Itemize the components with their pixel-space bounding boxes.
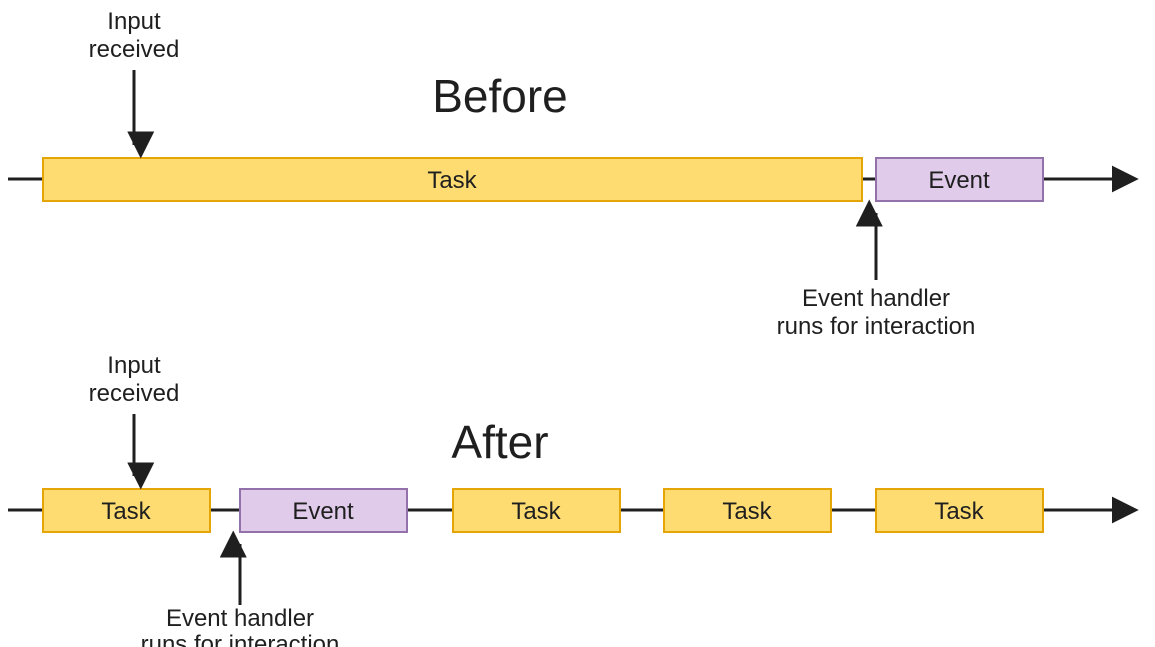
after-task-box-2: Task: [453, 489, 620, 532]
after-task-label-4: Task: [934, 498, 984, 525]
before-group: Before Task Event Input received Event h…: [8, 8, 1132, 340]
before-heading: Before: [432, 70, 568, 122]
after-handler-line2: runs for interaction: [141, 631, 340, 647]
after-event-label: Event: [292, 498, 354, 525]
after-group: After Task Event Task Task Task Input re…: [8, 352, 1132, 647]
after-task-box-3: Task: [664, 489, 831, 532]
after-heading: After: [451, 416, 548, 468]
after-task-label-1: Task: [101, 498, 151, 525]
before-handler-marker: Event handler runs for interaction: [777, 213, 976, 340]
after-handler-line1: Event handler: [166, 605, 314, 632]
after-handler-marker: Event handler runs for interaction: [141, 544, 340, 647]
diagram-root: Before Task Event Input received Event h…: [0, 0, 1155, 647]
input-received-line1: Input: [107, 8, 161, 35]
after-task-box-1: Task: [43, 489, 210, 532]
after-input-marker: Input received: [89, 352, 180, 476]
before-task-label: Task: [427, 167, 477, 194]
after-input-received-line1: Input: [107, 352, 161, 379]
after-task-label-3: Task: [722, 498, 772, 525]
after-event-box: Event: [240, 489, 407, 532]
before-input-marker: Input received: [89, 8, 180, 145]
handler-line2: runs for interaction: [777, 313, 976, 340]
before-event-box: Event: [876, 158, 1043, 201]
after-input-received-line2: received: [89, 380, 180, 407]
after-task-box-4: Task: [876, 489, 1043, 532]
before-task-box: Task: [43, 158, 862, 201]
before-event-label: Event: [928, 167, 990, 194]
after-task-label-2: Task: [511, 498, 561, 525]
handler-line1: Event handler: [802, 285, 950, 312]
input-received-line2: received: [89, 36, 180, 63]
